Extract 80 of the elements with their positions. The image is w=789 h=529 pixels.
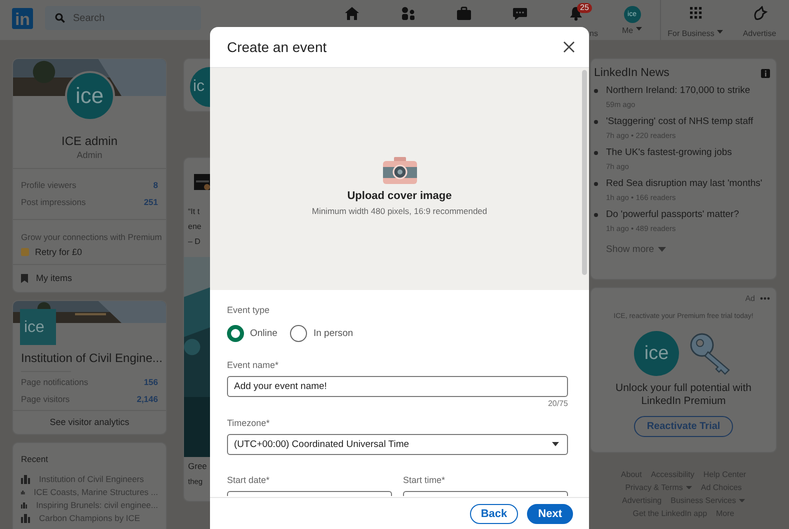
radio-button[interactable] (227, 325, 244, 342)
article-title[interactable]: Gree (184, 459, 210, 474)
news-headline[interactable]: Do 'powerful passports' matter? (606, 209, 739, 221)
people-icon[interactable] (400, 6, 416, 21)
close-button[interactable] (563, 41, 575, 53)
nav-label[interactable]: For Business (668, 29, 714, 38)
briefcase-icon[interactable] (456, 6, 472, 21)
page-avatar[interactable]: ic (190, 67, 210, 107)
bullet-icon (594, 213, 598, 217)
caret-icon (636, 27, 642, 31)
radio-label[interactable]: In person (313, 328, 354, 339)
radio-button[interactable] (290, 325, 308, 342)
news-headline[interactable]: Northern Ireland: 170,000 to strike (606, 85, 750, 97)
radio-label[interactable]: Online (250, 328, 278, 339)
stat-value: 8 (153, 179, 158, 192)
nav-label[interactable]: Me (622, 26, 634, 35)
caret-icon (552, 442, 559, 447)
bookmark-icon (21, 274, 28, 282)
notification-badge: 25 (577, 3, 592, 13)
post-text: “It t (187, 206, 201, 218)
info-icon[interactable] (761, 68, 770, 78)
grid-icon[interactable] (688, 6, 704, 21)
bullet-icon (594, 120, 598, 124)
scrollbar-thumb[interactable] (582, 70, 587, 275)
start-date-field[interactable] (227, 491, 392, 496)
stat-value: 2,146 (136, 393, 158, 406)
building-icon (21, 488, 25, 496)
stat-value: 156 (144, 376, 158, 389)
recent-heading: Recent (21, 454, 48, 464)
reactivate-trial-button[interactable]: Reactivate Trial (634, 416, 734, 437)
upload-title: Upload cover image (347, 190, 452, 202)
post-text: – D (187, 236, 202, 248)
page-logo[interactable]: ice (20, 309, 56, 345)
logo[interactable]: in (12, 8, 33, 29)
event-name-field[interactable]: Add your event name! (227, 376, 568, 397)
retry-link[interactable]: Retry for £0 (35, 247, 82, 257)
close-icon (563, 41, 575, 53)
field-label: Start date* (227, 475, 271, 485)
dialog-title: Create an event (227, 39, 327, 55)
caret-icon (686, 486, 692, 490)
chat-bubble-icon[interactable] (512, 6, 528, 21)
field-label: Start time* (403, 475, 446, 485)
post-text: ene (187, 221, 202, 233)
field-label: Event type (227, 305, 271, 315)
character-counter: 20/75 (546, 399, 568, 408)
chevron-down-icon (658, 247, 666, 252)
nav-label[interactable]: Advertise (742, 29, 776, 38)
home-icon[interactable] (344, 6, 360, 21)
visitor-analytics-button[interactable]: See visitor analytics (13, 410, 166, 434)
cover-image-upload[interactable]: Upload cover image Minimum width 480 pixels, 16:9 recommended (210, 68, 589, 290)
premium-icon (21, 248, 29, 256)
building-icon (21, 514, 30, 522)
bullet-icon (594, 89, 598, 93)
next-button[interactable]: Next (527, 504, 573, 524)
field-label: Event name* (227, 360, 280, 370)
bullet-icon (594, 151, 598, 155)
caret-icon (738, 498, 745, 502)
upload-hint: Minimum width 480 pixels, 16:9 recommended (312, 206, 488, 216)
more-options-icon[interactable] (760, 297, 770, 300)
profile-name[interactable]: ICE admin (13, 134, 166, 148)
field-label: Timezone* (227, 418, 271, 428)
building-icon (21, 500, 28, 510)
ad-logo: ice (634, 331, 679, 376)
camera-icon (382, 156, 416, 184)
ad-headline: Unlock your full potential with LinkedIn Premium (614, 382, 752, 408)
news-headline[interactable]: Red Sea disruption may last 'months' (606, 178, 762, 190)
start-time-field[interactable] (403, 491, 568, 496)
nav-label[interactable]: ns (590, 29, 604, 38)
news-headline[interactable]: 'Staggering' cost of NHS temp staff (606, 116, 754, 128)
search-icon (55, 13, 65, 23)
caret-icon (717, 30, 724, 34)
news-heading: LinkedIn News (594, 67, 670, 79)
building-icon (21, 474, 30, 484)
news-headline[interactable]: The UK's fastest-growing jobs (606, 147, 732, 159)
timezone-dropdown[interactable]: (UTC+00:00) Coordinated Universal Time (227, 434, 568, 455)
stat-value: 251 (144, 196, 158, 209)
my-items-link[interactable]: My items (36, 273, 72, 283)
page-name[interactable]: Institution of Civil Engine... (13, 351, 166, 365)
bullet-icon (594, 182, 598, 186)
back-button[interactable]: Back (470, 504, 518, 524)
